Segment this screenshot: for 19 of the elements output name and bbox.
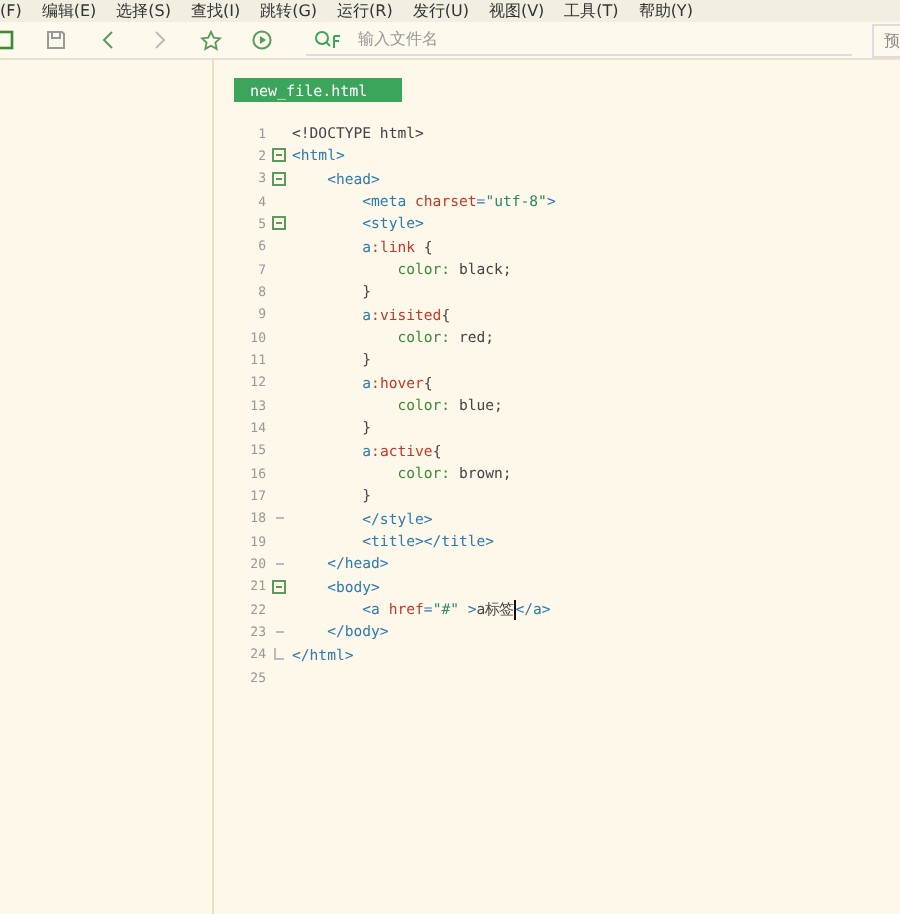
search-icon [314, 30, 343, 48]
menu-item[interactable]: 选择(S) [116, 0, 171, 22]
collapse-icon[interactable] [272, 148, 286, 163]
menu-item[interactable]: 运行(R) [337, 0, 393, 22]
save-icon[interactable] [43, 28, 68, 52]
menu-item[interactable]: 帮助(Y) [638, 0, 693, 22]
star-icon[interactable] [198, 28, 223, 52]
menu-item[interactable]: (F) [0, 0, 22, 22]
collapse-icon[interactable] [272, 171, 286, 186]
menu-item[interactable]: 视图(V) [488, 0, 545, 22]
collapse-icon[interactable] [272, 579, 286, 594]
menu-item[interactable]: 查找(I) [190, 0, 241, 22]
menu-item[interactable]: 发行(U) [412, 0, 469, 22]
menu-item[interactable]: 工具(T) [564, 0, 619, 22]
collapse-icon[interactable] [272, 216, 286, 231]
search-field[interactable]: 输入文件名 [358, 30, 852, 48]
menu-item[interactable]: 编辑(E) [41, 0, 97, 22]
run-icon[interactable] [250, 28, 275, 52]
menu-item[interactable]: 跳转(G) [260, 0, 318, 22]
